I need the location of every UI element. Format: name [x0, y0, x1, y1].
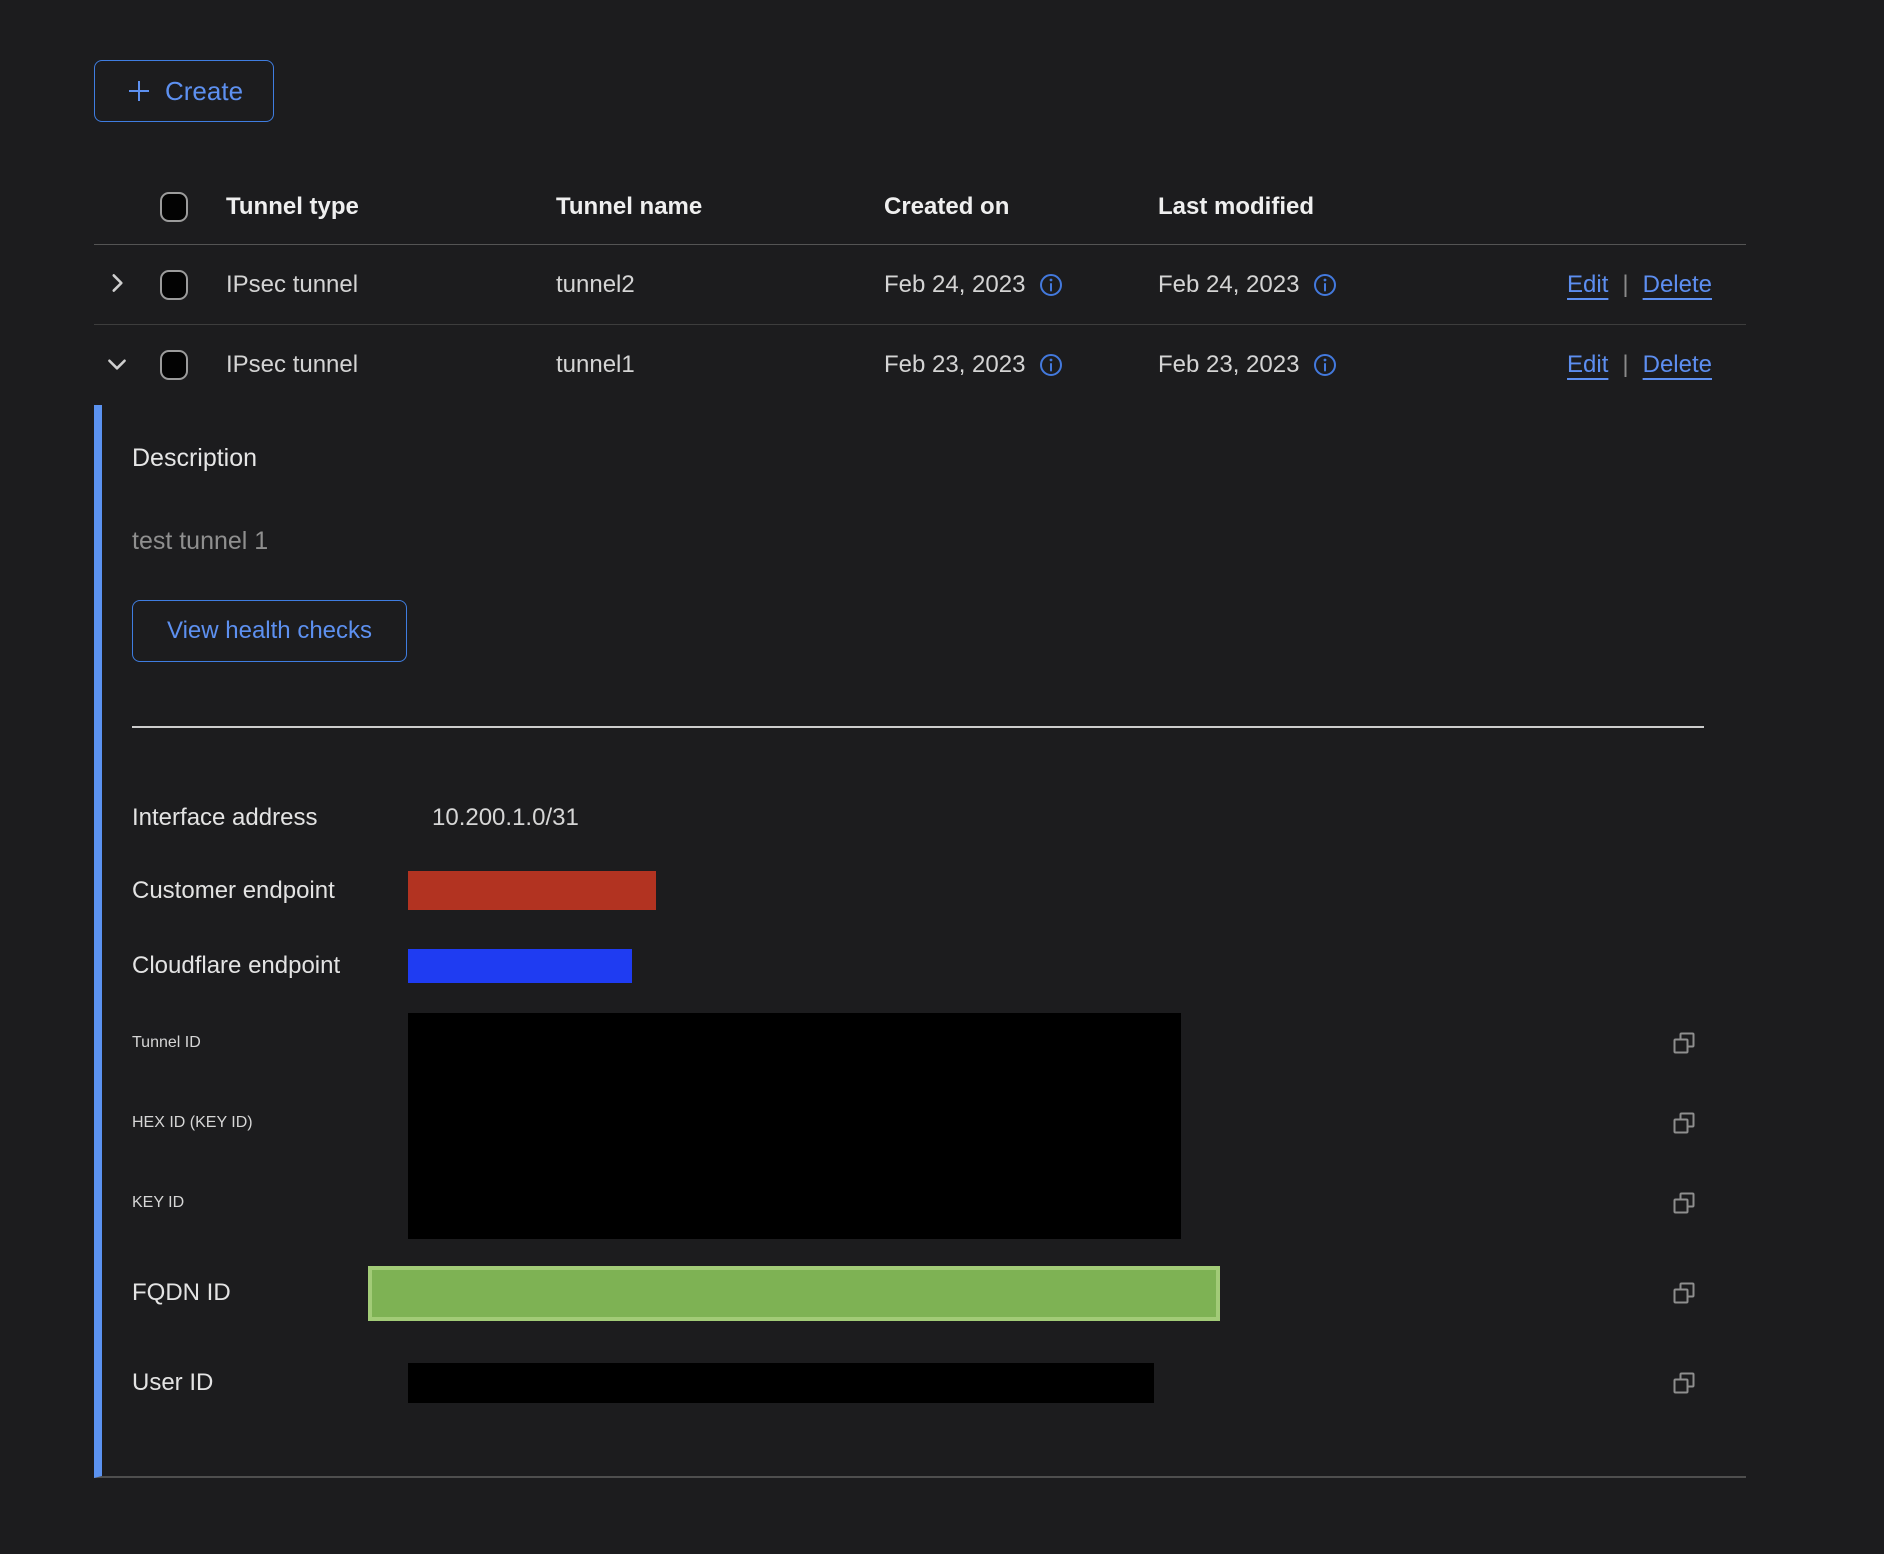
- customer-endpoint-label: Customer endpoint: [132, 877, 408, 905]
- section-divider: [132, 726, 1704, 728]
- tunnel-id-label: Tunnel ID: [132, 1034, 201, 1052]
- last-modified-cell: Feb 24, 2023: [1158, 271, 1299, 299]
- expand-row-button[interactable]: [100, 266, 134, 300]
- last-modified-cell: Feb 23, 2023: [1158, 351, 1299, 379]
- row-checkbox[interactable]: [160, 270, 188, 300]
- detail-rows-tunnel-hex-key: Tunnel ID HEX ID (KEY ID) KEY ID: [132, 1003, 1746, 1243]
- tunnel-id-redacted-value: [408, 1013, 1181, 1239]
- info-icon[interactable]: [1039, 273, 1063, 297]
- description-value: test tunnel 1: [132, 527, 1746, 556]
- collapse-row-button[interactable]: [100, 347, 134, 381]
- tunnel-name-cell: tunnel1: [556, 351, 884, 379]
- cloudflare-endpoint-label: Cloudflare endpoint: [132, 952, 408, 980]
- create-button-label: Create: [165, 76, 243, 107]
- created-on-cell: Feb 23, 2023: [884, 351, 1025, 379]
- description-label: Description: [132, 443, 1746, 473]
- fqdn-id-label: FQDN ID: [132, 1279, 408, 1307]
- edit-link[interactable]: Edit: [1567, 271, 1608, 299]
- view-health-checks-button[interactable]: View health checks: [132, 600, 407, 662]
- copy-icon[interactable]: [1672, 1111, 1696, 1135]
- tunnel-details-list: Interface address 10.200.1.0/31 Customer…: [132, 783, 1746, 1423]
- user-id-label: User ID: [132, 1369, 408, 1397]
- delete-link[interactable]: Delete: [1643, 271, 1712, 299]
- user-id-redacted-value: [408, 1363, 1154, 1403]
- delete-link[interactable]: Delete: [1643, 351, 1712, 379]
- copy-icon[interactable]: [1672, 1281, 1696, 1305]
- interface-address-value: 10.200.1.0/31: [408, 804, 1660, 832]
- info-icon[interactable]: [1313, 353, 1337, 377]
- key-id-label: KEY ID: [132, 1194, 184, 1212]
- action-separator: |: [1622, 271, 1628, 299]
- tunnel-name-cell: tunnel2: [556, 271, 884, 299]
- column-header-created-on: Created on: [884, 193, 1158, 221]
- tunnel-table: Tunnel type Tunnel name Created on Last …: [94, 170, 1746, 1478]
- hex-id-label: HEX ID (KEY ID): [132, 1114, 253, 1132]
- tunnel-type-cell: IPsec tunnel: [226, 271, 556, 299]
- table-header-row: Tunnel type Tunnel name Created on Last …: [94, 170, 1746, 245]
- create-button[interactable]: Create: [94, 60, 274, 122]
- detail-row-interface-address: Interface address 10.200.1.0/31: [132, 783, 1746, 853]
- copy-icon[interactable]: [1672, 1031, 1696, 1055]
- interface-address-label: Interface address: [132, 804, 408, 832]
- detail-row-fqdn-id: FQDN ID: [132, 1243, 1746, 1343]
- row-checkbox[interactable]: [160, 350, 188, 380]
- column-header-tunnel-name: Tunnel name: [556, 193, 884, 221]
- chevron-right-icon: [104, 270, 130, 296]
- cloudflare-endpoint-redacted-value: [408, 949, 632, 983]
- info-icon[interactable]: [1039, 353, 1063, 377]
- column-header-last-modified: Last modified: [1158, 193, 1458, 221]
- select-all-checkbox[interactable]: [160, 192, 188, 222]
- created-on-cell: Feb 24, 2023: [884, 271, 1025, 299]
- copy-icon[interactable]: [1672, 1371, 1696, 1395]
- detail-row-cloudflare-endpoint: Cloudflare endpoint: [132, 928, 1746, 1003]
- edit-link[interactable]: Edit: [1567, 351, 1608, 379]
- info-icon[interactable]: [1313, 273, 1337, 297]
- copy-icon[interactable]: [1672, 1191, 1696, 1215]
- table-row: IPsec tunnel tunnel1 Feb 23, 2023 Feb 23…: [94, 325, 1746, 405]
- tunnel-detail-panel: Description test tunnel 1 View health ch…: [94, 405, 1746, 1478]
- customer-endpoint-redacted-value: [408, 871, 656, 910]
- action-separator: |: [1622, 351, 1628, 379]
- table-row: IPsec tunnel tunnel2 Feb 24, 2023 Feb 24…: [94, 245, 1746, 325]
- fqdn-id-redacted-value: [368, 1266, 1220, 1321]
- column-header-tunnel-type: Tunnel type: [226, 193, 556, 221]
- tunnel-type-cell: IPsec tunnel: [226, 351, 556, 379]
- detail-row-customer-endpoint: Customer endpoint: [132, 853, 1746, 928]
- chevron-down-icon: [104, 351, 130, 377]
- detail-row-user-id: User ID: [132, 1343, 1746, 1423]
- plus-icon: [125, 77, 153, 105]
